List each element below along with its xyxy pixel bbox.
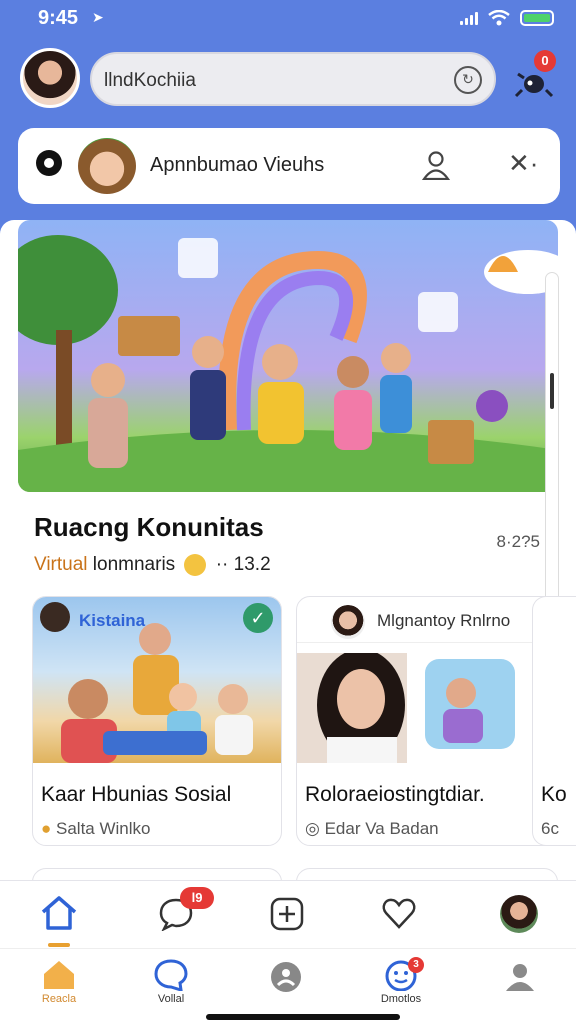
subtitle-value: ·· 13.2: [215, 554, 271, 576]
person-circle-icon[interactable]: [270, 961, 302, 993]
card-author-avatar: [331, 605, 365, 639]
section-title: Ruacng Konunitas: [34, 512, 264, 542]
next-card-row: [32, 868, 282, 880]
next-card-row: [296, 868, 558, 880]
heart-icon[interactable]: [382, 897, 416, 929]
section-count: 8·2?5: [496, 532, 540, 551]
scrollbar-thumb[interactable]: [550, 373, 554, 409]
card-banner: Kistaina: [79, 611, 146, 630]
card-caption: Roloraeiostingtdiar.: [305, 783, 485, 806]
card-subtitle: ● Salta Winlko: [41, 819, 151, 838]
subtitle-accent: Virtual: [34, 554, 88, 576]
notification-badge: 0: [534, 50, 556, 72]
location-pin-icon: ●: [41, 819, 52, 838]
wifi-icon: [488, 10, 510, 26]
community-card[interactable]: Mlgnantoy Rnlrno Roloraeiostingtdiar. ◎ …: [296, 596, 558, 846]
tab-label[interactable]: Reacla: [24, 993, 94, 1005]
tab-badge: 3: [408, 957, 424, 973]
cellular-signal-icon: [460, 11, 478, 25]
card-subtitle: ◎ Edar Va Badan: [305, 819, 439, 838]
search-input[interactable]: llndKochiia: [104, 70, 196, 92]
card-caption: Ko: [541, 783, 567, 806]
smile-emoji-icon: [184, 554, 207, 576]
location-arrow-icon: ➤: [92, 9, 104, 25]
clock-icon: ◎: [305, 819, 320, 838]
home-indicator: [206, 1014, 400, 1020]
secondary-tab-bar: Reacla Vollal 3 Dmotlos: [0, 948, 576, 1024]
tab-label[interactable]: Dmotlos: [366, 993, 436, 1005]
status-bar: 9:45 ➤: [0, 0, 576, 40]
profile-tab-avatar[interactable]: [500, 895, 538, 933]
primary-tab-bar: l9: [0, 880, 576, 948]
section-subtitle: Virtual lonmnaris ·· 13.2: [34, 554, 271, 576]
notification-title: Apnnbumao Vieuhs: [150, 154, 325, 176]
card-header: Mlgnantoy Rnlrno: [297, 597, 557, 643]
home-active-indicator: [48, 943, 70, 947]
add-icon[interactable]: [270, 897, 304, 931]
hero-illustration: [18, 220, 558, 492]
search-bar[interactable]: llndKochiia ↻: [90, 52, 496, 106]
tab-label[interactable]: Vollal: [136, 993, 206, 1005]
refresh-icon[interactable]: ↻: [454, 66, 482, 94]
card-subtitle: 6c: [541, 819, 559, 838]
record-icon: [36, 150, 62, 176]
chat-bubble-icon[interactable]: [154, 959, 188, 991]
chat-badge: l9: [180, 887, 214, 909]
community-card[interactable]: Kistaina ✓ Kaar Hbunias Sosial ● Salta W…: [32, 596, 282, 846]
character-avatar: [78, 138, 136, 194]
card-author-name: Mlgnantoy Rnlrno: [377, 611, 511, 630]
close-icon[interactable]: ✕·: [508, 148, 538, 179]
user-icon[interactable]: [422, 150, 450, 180]
battery-icon: [520, 10, 554, 26]
status-icons: [460, 10, 554, 26]
status-time: 9:45: [38, 7, 79, 29]
profile-avatar[interactable]: [20, 48, 80, 108]
check-icon: ✓: [243, 603, 273, 633]
community-card[interactable]: Ko 6c: [532, 596, 576, 846]
home-icon[interactable]: [40, 895, 78, 931]
bug-notification-icon[interactable]: 0: [514, 50, 556, 100]
subtitle-text: lonmnaris: [92, 554, 176, 576]
home-icon[interactable]: [42, 959, 76, 991]
notification-card[interactable]: Apnnbumao Vieuhs ✕·: [18, 128, 560, 204]
user-icon[interactable]: [504, 961, 536, 993]
card-caption: Kaar Hbunias Sosial: [41, 783, 232, 806]
main-content: Ruacng Konunitas 8·2?5 Virtual lonmnaris…: [0, 220, 576, 880]
